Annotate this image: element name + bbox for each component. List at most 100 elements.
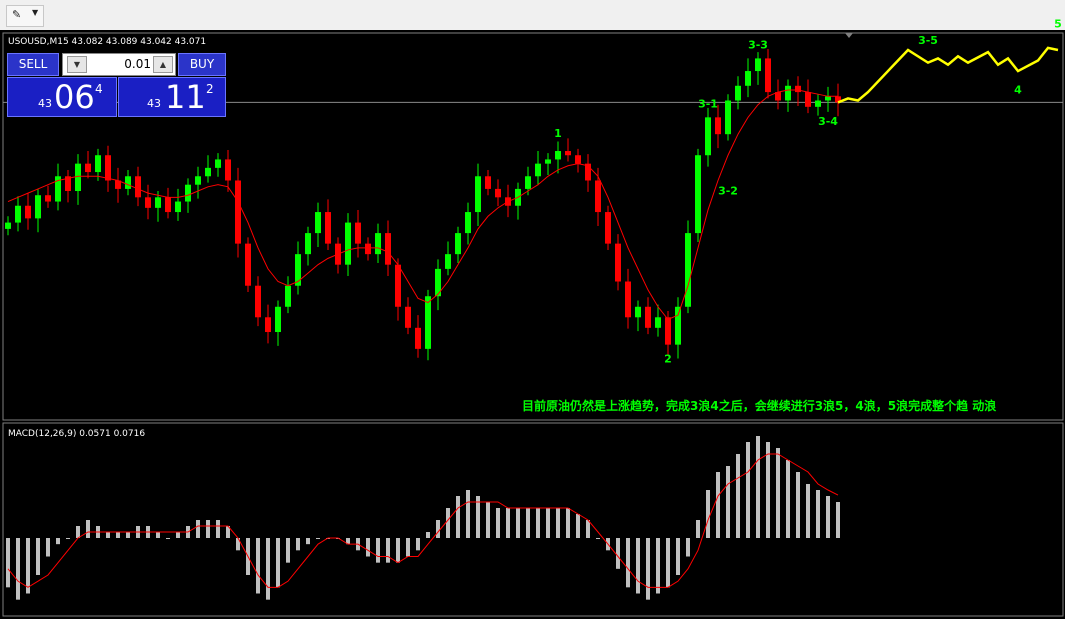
candle-body	[645, 306, 651, 328]
macd-bar	[546, 508, 550, 538]
lot-decrease-button[interactable]: ▼	[67, 56, 87, 73]
lot-size-field[interactable]: ▼ 0.01 ▲	[62, 53, 176, 76]
macd-bar	[456, 496, 460, 538]
macd-bar	[396, 538, 400, 563]
buy-quote[interactable]: 43 11 2	[118, 77, 226, 117]
buy-button[interactable]: BUY	[178, 53, 226, 76]
macd-bar	[366, 538, 370, 557]
macd-bar	[216, 520, 220, 538]
candle-body	[635, 306, 641, 318]
macd-bar	[736, 454, 740, 538]
wave-label: 3-5	[918, 34, 938, 47]
candle-body	[575, 155, 581, 164]
candle-body	[455, 233, 461, 255]
buy-quote-prefix: 43	[147, 97, 161, 110]
candle-body	[105, 155, 111, 181]
candle-body	[75, 163, 81, 192]
candle-body	[565, 151, 571, 156]
candle-body	[45, 195, 51, 202]
candle-body	[175, 201, 181, 213]
macd-bar	[36, 538, 40, 575]
candle-body	[15, 205, 21, 223]
wave-label: 2	[664, 353, 672, 366]
candle-body	[805, 92, 811, 107]
macd-bar	[726, 466, 730, 538]
candle-body	[765, 58, 771, 93]
macd-signal-line	[7, 453, 839, 588]
macd-bar	[66, 538, 70, 539]
buy-quote-big: 11	[165, 78, 206, 116]
candle-body	[165, 197, 171, 213]
macd-bar	[786, 460, 790, 538]
macd-bar	[636, 538, 640, 594]
macd-bar	[316, 538, 320, 539]
candle-body	[545, 159, 551, 164]
macd-bar	[556, 508, 560, 538]
macd-bar	[206, 520, 210, 538]
candle-body	[725, 100, 731, 135]
macd-bar	[46, 538, 50, 557]
candle-body	[675, 306, 681, 345]
candle-body	[535, 163, 541, 177]
macd-bar	[276, 538, 280, 588]
lot-increase-button[interactable]: ▲	[153, 56, 173, 73]
candle-body	[475, 176, 481, 213]
macd-bar	[686, 538, 690, 557]
candle-body	[245, 243, 251, 286]
macd-bar	[796, 472, 800, 538]
candle-body	[755, 58, 761, 72]
candle-body	[305, 233, 311, 255]
candle-body	[145, 197, 151, 208]
macd-bar	[196, 520, 200, 538]
macd-bar	[526, 508, 530, 538]
macd-bar	[466, 490, 470, 538]
sell-quote[interactable]: 43 06 4	[7, 77, 117, 117]
macd-bar	[106, 532, 110, 538]
candle-body	[815, 100, 821, 107]
lot-size-value[interactable]: 0.01	[124, 57, 151, 71]
macd-bar	[566, 508, 570, 538]
candle-body	[95, 155, 101, 173]
candle-body	[695, 155, 701, 234]
sell-button[interactable]: SELL	[7, 53, 59, 76]
moving-average-line	[7, 89, 838, 321]
macd-bar	[266, 538, 270, 600]
macd-bar	[676, 538, 680, 575]
macd-bar	[656, 538, 660, 594]
macd-bar	[836, 502, 840, 538]
macd-bar	[176, 532, 180, 538]
chart-shift-marker[interactable]	[845, 33, 853, 38]
macd-bar	[416, 538, 420, 551]
wave-label: 4	[1014, 83, 1022, 96]
candle-body	[255, 285, 261, 318]
candle-body	[785, 85, 791, 101]
macd-bar	[256, 538, 260, 594]
macd-bar	[716, 472, 720, 538]
wave-projection-line	[837, 46, 1059, 104]
macd-bar	[156, 532, 160, 538]
candle-body	[135, 176, 141, 198]
candle-body	[395, 264, 401, 307]
macd-bar	[806, 484, 810, 538]
candle-body	[485, 176, 491, 189]
macd-bar	[376, 538, 380, 563]
macd-bar	[706, 490, 710, 538]
candle-body	[595, 180, 601, 213]
macd-bar	[816, 490, 820, 538]
macd-bar	[576, 514, 580, 538]
candle-body	[715, 117, 721, 135]
macd-bar	[436, 520, 440, 538]
candle-body	[605, 212, 611, 244]
candle-body	[405, 306, 411, 328]
wave-label: 5	[1054, 17, 1062, 30]
macd-bar	[616, 538, 620, 569]
candle-body	[425, 296, 431, 349]
candle-body	[355, 222, 361, 244]
macd-bar	[486, 502, 490, 538]
sell-quote-big: 06	[54, 78, 95, 116]
macd-bar	[296, 538, 300, 551]
candle-body	[195, 176, 201, 185]
macd-bar	[596, 538, 600, 539]
candle-body	[185, 184, 191, 202]
macd-bar	[126, 532, 130, 538]
